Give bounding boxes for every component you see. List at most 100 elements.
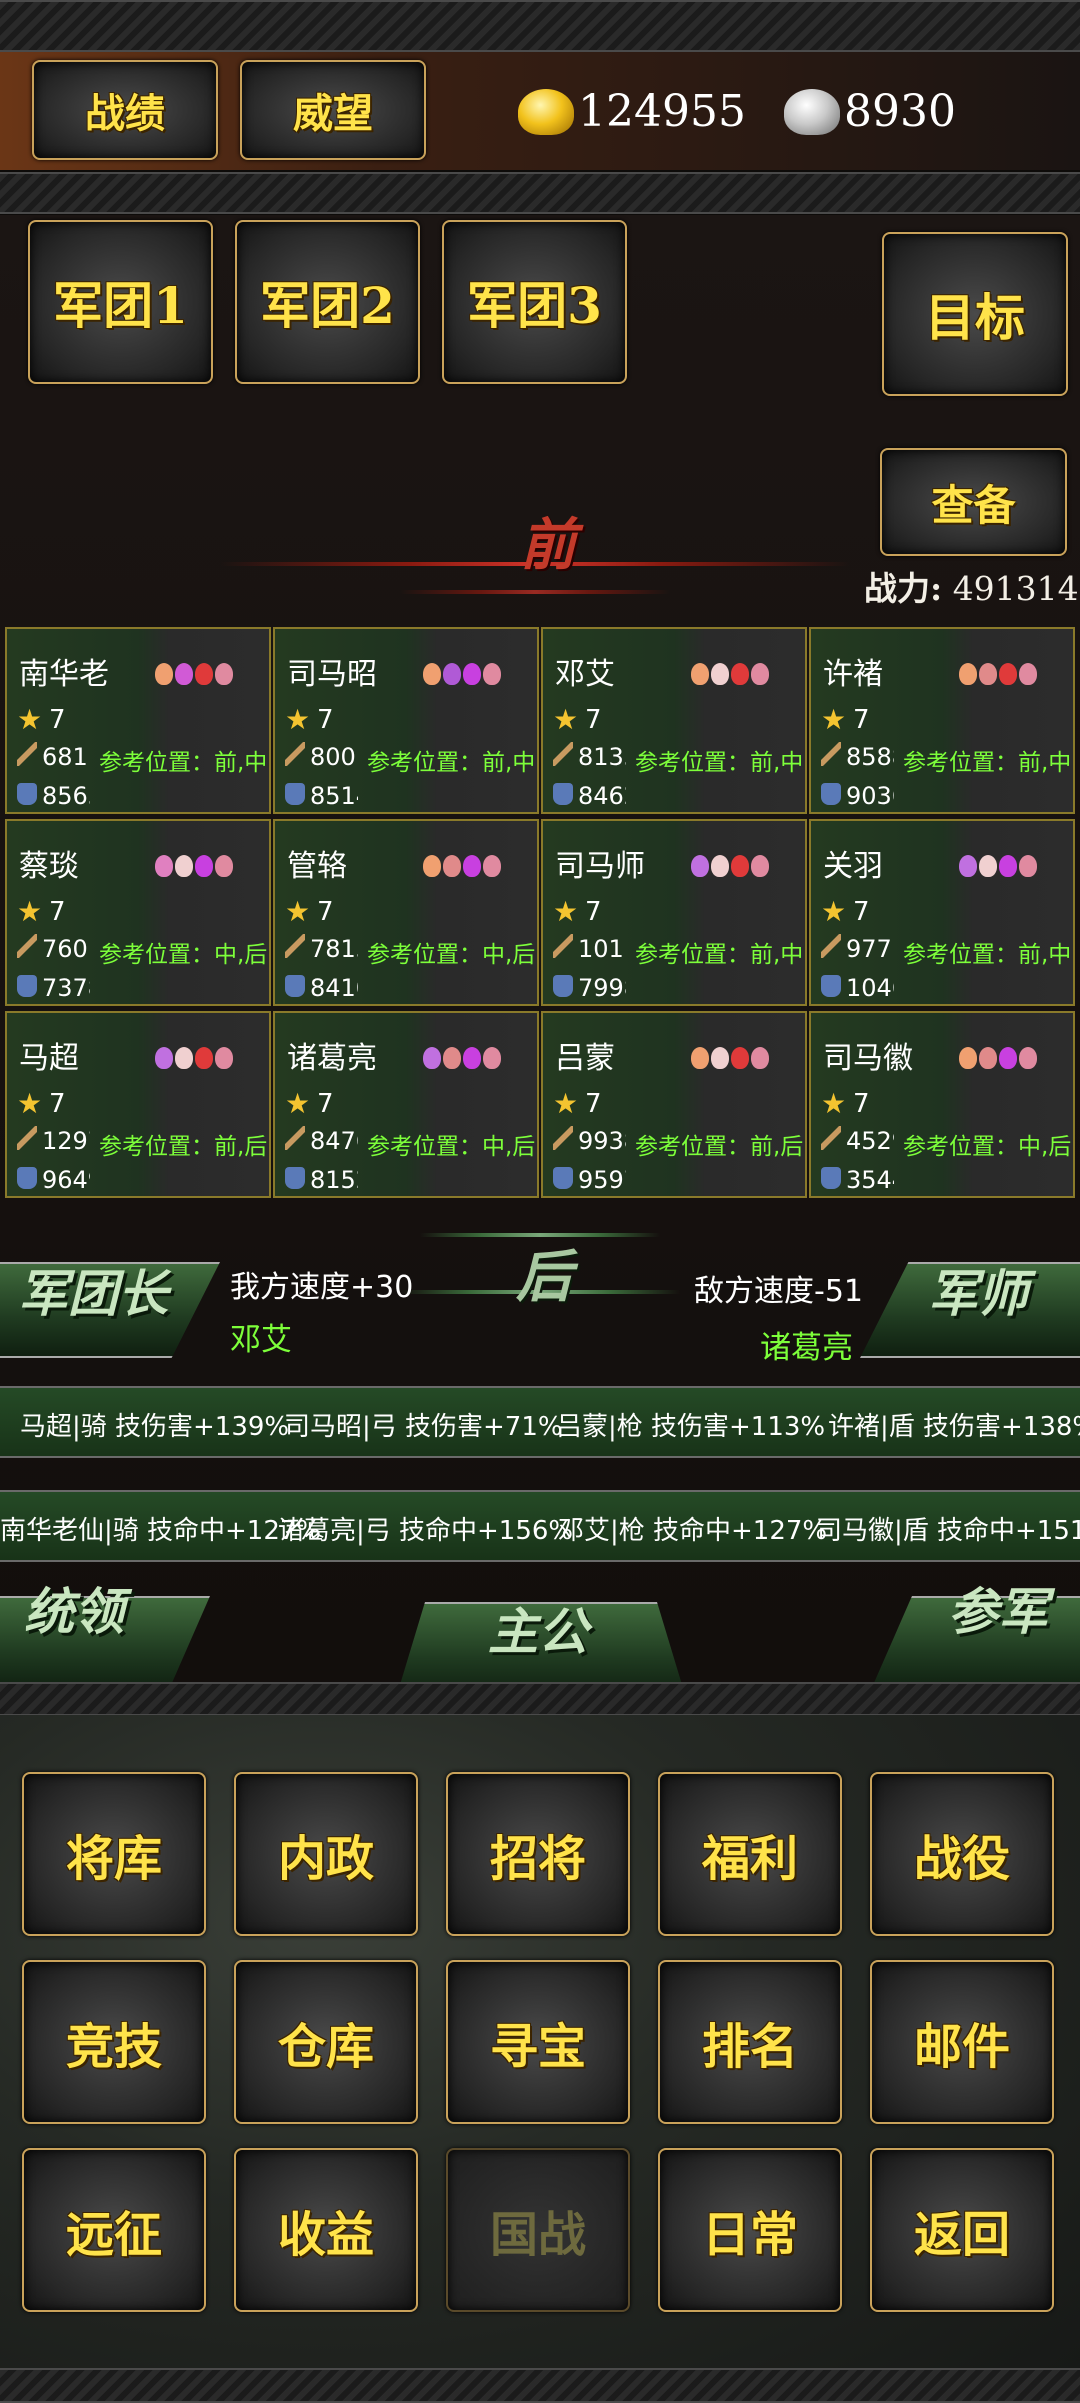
general-card[interactable]: 南华老 ★7 6811 8565 参考位置：前,中,后 bbox=[5, 627, 271, 814]
general-card[interactable]: 管辂 ★7 7813 8410 参考位置：中,后 bbox=[273, 819, 539, 1006]
sword-icon bbox=[821, 1126, 841, 1150]
menu-button[interactable]: 寻宝 bbox=[446, 1960, 630, 2124]
star-icon: ★ bbox=[285, 1087, 311, 1120]
sword-icon bbox=[285, 934, 305, 958]
gem-icon bbox=[483, 1047, 501, 1069]
general-name: 许褚 bbox=[823, 657, 883, 692]
bonus-hit-2: 诸葛亮|弓 技命中+156% bbox=[278, 1516, 574, 1546]
gem-icon bbox=[423, 1047, 441, 1069]
equipment-gems bbox=[691, 1047, 769, 1069]
armor-icon bbox=[553, 1167, 573, 1189]
target-button[interactable]: 目标 bbox=[882, 232, 1068, 396]
attack-value: 8135 bbox=[578, 743, 626, 771]
general-name: 蔡琰 bbox=[19, 849, 79, 884]
gem-icon bbox=[215, 1047, 233, 1069]
reference-position: 参考位置：前,中 bbox=[367, 750, 536, 776]
equipment-gems bbox=[155, 663, 233, 685]
strategist-name[interactable]: 诸葛亮 bbox=[760, 1322, 853, 1367]
menu-button[interactable]: 排名 bbox=[658, 1960, 842, 2124]
gem-icon bbox=[443, 855, 461, 877]
tab-legion-2[interactable]: 军团2 bbox=[235, 220, 420, 384]
general-card[interactable]: 司马师 ★7 10119 7998 参考位置：前,中,后 bbox=[541, 819, 807, 1006]
general-name: 马超 bbox=[19, 1041, 79, 1076]
star-level: 7 bbox=[49, 897, 66, 927]
general-card[interactable]: 马超 ★7 12972 9649 参考位置：前,后 bbox=[5, 1011, 271, 1198]
gem-icon bbox=[215, 855, 233, 877]
general-card[interactable]: 邓艾 ★7 8135 8462 参考位置：前,中 bbox=[541, 627, 807, 814]
star-icon: ★ bbox=[553, 895, 579, 928]
attack-value: 6811 bbox=[42, 743, 90, 771]
armor-icon bbox=[285, 783, 305, 805]
reference-position: 参考位置：前,后 bbox=[635, 1134, 804, 1160]
gem-icon bbox=[691, 663, 709, 685]
defense-value: 8410 bbox=[310, 974, 358, 1002]
gold-amount: 124955 bbox=[578, 86, 746, 137]
general-name: 管辂 bbox=[287, 849, 347, 884]
gem-icon bbox=[483, 663, 501, 685]
sword-icon bbox=[285, 742, 305, 766]
menu-button[interactable]: 国战 bbox=[446, 2148, 630, 2312]
menu-button[interactable]: 返回 bbox=[870, 2148, 1054, 2312]
reference-position: 参考位置：中,后 bbox=[903, 1134, 1072, 1160]
menu-button[interactable]: 收益 bbox=[234, 2148, 418, 2312]
menu-button[interactable]: 福利 bbox=[658, 1772, 842, 1936]
gem-icon bbox=[751, 663, 769, 685]
gem-icon bbox=[155, 1047, 173, 1069]
general-card[interactable]: 吕蒙 ★7 9938 9597 参考位置：前,后 bbox=[541, 1011, 807, 1198]
general-card[interactable]: 诸葛亮 ★7 8476 8152 参考位置：中,后 bbox=[273, 1011, 539, 1198]
sword-icon bbox=[17, 1126, 37, 1150]
record-button[interactable]: 战绩 bbox=[32, 60, 218, 160]
silver-ingot-icon bbox=[784, 88, 840, 135]
menu-button[interactable]: 招将 bbox=[446, 1772, 630, 1936]
equipment-gems bbox=[691, 663, 769, 685]
menu-button[interactable]: 战役 bbox=[870, 1772, 1054, 1936]
gem-icon bbox=[215, 663, 233, 685]
gem-icon bbox=[691, 855, 709, 877]
gem-icon bbox=[423, 663, 441, 685]
sword-icon bbox=[17, 742, 37, 766]
attack-value: 7813 bbox=[310, 935, 358, 963]
defense-value: 8462 bbox=[578, 782, 626, 810]
gold-ingot-icon bbox=[518, 88, 574, 135]
menu-button[interactable]: 竞技 bbox=[22, 1960, 206, 2124]
menu-button[interactable]: 将库 bbox=[22, 1772, 206, 1936]
gem-icon bbox=[731, 663, 749, 685]
general-name: 吕蒙 bbox=[555, 1041, 615, 1076]
general-card[interactable]: 司马昭 ★7 8001 8514 参考位置：前,中 bbox=[273, 627, 539, 814]
general-card[interactable]: 许褚 ★7 8588 9036 参考位置：前,中 bbox=[809, 627, 1075, 814]
leader-label: 统领 bbox=[24, 1582, 124, 1641]
check-gear-button[interactable]: 查备 bbox=[880, 448, 1067, 556]
commander-name[interactable]: 邓艾 bbox=[230, 1314, 292, 1359]
sword-icon bbox=[821, 934, 841, 958]
equipment-gems bbox=[691, 855, 769, 877]
menu-button[interactable]: 日常 bbox=[658, 2148, 842, 2312]
menu-button[interactable]: 内政 bbox=[234, 1772, 418, 1936]
general-card[interactable]: 关羽 ★7 9771 10469 参考位置：前,中 bbox=[809, 819, 1075, 1006]
general-name: 司马师 bbox=[555, 849, 645, 884]
defense-value: 9036 bbox=[846, 782, 894, 810]
gem-icon bbox=[999, 1047, 1017, 1069]
gem-icon bbox=[1019, 855, 1037, 877]
tab-legion-3[interactable]: 军团3 bbox=[442, 220, 627, 384]
damage-bonus-row: 马超|骑 技伤害+139% 司马昭|弓 技伤害+71% 吕蒙|枪 技伤害+113… bbox=[0, 1386, 1080, 1458]
general-name: 南华老 bbox=[19, 657, 109, 692]
prestige-button[interactable]: 威望 bbox=[240, 60, 426, 160]
menu-button[interactable]: 邮件 bbox=[870, 1960, 1054, 2124]
front-label: 前 bbox=[520, 512, 576, 578]
star-icon: ★ bbox=[285, 895, 311, 928]
reference-position: 参考位置：前,中 bbox=[903, 942, 1072, 968]
menu-button[interactable]: 远征 bbox=[22, 2148, 206, 2312]
general-card[interactable]: 司马徽 ★7 4529 3544 参考位置：中,后 bbox=[809, 1011, 1075, 1198]
menu-button[interactable]: 仓库 bbox=[234, 1960, 418, 2124]
reference-position: 参考位置：前,中 bbox=[635, 750, 804, 776]
tab-legion-1[interactable]: 军团1 bbox=[28, 220, 213, 384]
my-speed: 我方速度+30 bbox=[230, 1270, 414, 1305]
defense-value: 8152 bbox=[310, 1166, 358, 1194]
general-card[interactable]: 蔡琰 ★7 7601 7378 参考位置：中,后 bbox=[5, 819, 271, 1006]
star-icon: ★ bbox=[17, 703, 43, 736]
sword-icon bbox=[553, 934, 573, 958]
attack-value: 12972 bbox=[42, 1127, 90, 1155]
armor-icon bbox=[553, 783, 573, 805]
bonus-hit-1: 南华老仙|骑 技命中+127% bbox=[0, 1516, 322, 1546]
top-bar: 战绩 威望 124955 8930 bbox=[0, 52, 1080, 170]
